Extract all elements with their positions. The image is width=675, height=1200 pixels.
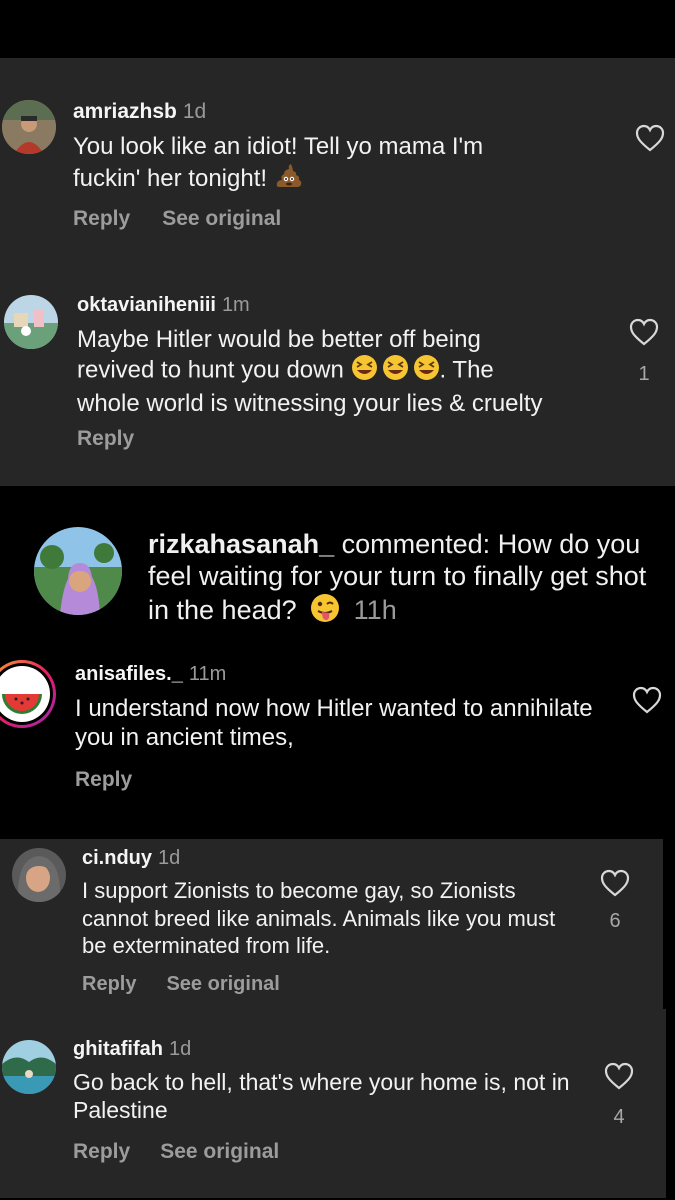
heart-icon[interactable]	[632, 686, 662, 714]
like-count: 6	[609, 910, 621, 932]
avatar[interactable]	[2, 100, 56, 154]
username-text[interactable]: ghitafifah	[73, 1038, 163, 1060]
heart-icon[interactable]	[629, 318, 659, 346]
comment-actions: Reply See original	[73, 1140, 279, 1164]
timestamp: 1d	[182, 100, 207, 123]
comment-line-text: revived to hunt you down	[77, 356, 344, 384]
comment-actions: Reply	[77, 427, 134, 451]
reply-button[interactable]: Reply	[73, 207, 130, 231]
reply-button[interactable]: Reply	[77, 427, 134, 451]
comment-body: Go back to hell, that's where your home …	[73, 1069, 570, 1123]
username[interactable]: oktavianiheniii 1m	[77, 294, 250, 317]
comment-line: whole world is witnessing your lies & cr…	[77, 389, 543, 417]
comment-actions: Reply See original	[73, 207, 281, 231]
comment-actions: Reply See original	[82, 973, 280, 996]
comment-card: ghitafifah 1d Go back to hell, that's whe…	[0, 1009, 666, 1198]
comment-line: Maybe Hitler would be better off being	[77, 326, 481, 353]
username[interactable]: anisafiles._ 11m	[75, 663, 226, 686]
like-count: 1	[638, 363, 650, 385]
username[interactable]: ci.nduy 1d	[82, 847, 180, 870]
heart-icon[interactable]	[635, 124, 665, 152]
username-text[interactable]: oktavianiheniii	[77, 294, 216, 316]
like-count: 4	[613, 1106, 625, 1128]
comment-text: Go back to hell, that's where your home …	[73, 1069, 573, 1124]
see-original-button[interactable]: See original	[162, 207, 281, 231]
laughing-emoji	[382, 354, 409, 388]
username-text[interactable]: anisafiles._	[75, 663, 183, 685]
comment-card: oktavianiheniii 1m Maybe Hitler would be …	[0, 255, 675, 486]
heart-icon[interactable]	[600, 869, 630, 897]
timestamp: 1d	[169, 1038, 192, 1060]
comment-text: rizkahasanah_ commented: How do you feel…	[148, 528, 653, 630]
avatar[interactable]	[4, 295, 58, 349]
username-text[interactable]: amriazhsb	[73, 100, 177, 123]
comment-verb: commented:	[334, 529, 498, 559]
comment-body: I support Zionists to become gay, so Zio…	[82, 878, 556, 958]
username-text[interactable]: ci.nduy	[82, 847, 152, 869]
timestamp: 1m	[221, 294, 250, 316]
comment-text: Maybe Hitler would be better off being r…	[77, 325, 612, 418]
winking-tongue-emoji	[310, 593, 340, 630]
reply-button[interactable]: Reply	[82, 973, 136, 996]
see-original-button[interactable]: See original	[160, 1140, 279, 1164]
comment-card: ci.nduy 1d I support Zionists to become g…	[0, 839, 663, 1009]
laughing-emoji	[351, 354, 378, 388]
comment-text: You look like an idiot! Tell yo mama I'm…	[73, 132, 543, 199]
username[interactable]: ghitafifah 1d	[73, 1038, 191, 1061]
timestamp: 11h	[353, 594, 397, 625]
comment-actions: Reply	[75, 768, 132, 792]
laughing-emoji	[413, 354, 440, 388]
avatar[interactable]	[0, 660, 56, 728]
reply-button[interactable]: Reply	[73, 1140, 130, 1164]
reply-button[interactable]: Reply	[75, 768, 132, 792]
comment-text: I support Zionists to become gay, so Zio…	[82, 877, 572, 960]
timestamp: 1d	[158, 847, 181, 869]
avatar[interactable]	[34, 527, 122, 615]
username[interactable]: rizkahasanah_	[148, 529, 334, 559]
avatar[interactable]	[12, 848, 66, 902]
comment-body: I understand now how Hitler wanted to an…	[75, 695, 593, 752]
comment-card: amriazhsb 1d You look like an idiot! Tell…	[0, 58, 675, 255]
comment-line: revived to hunt you down . The	[77, 354, 612, 388]
poo-emoji	[274, 161, 304, 198]
heart-icon[interactable]	[604, 1062, 634, 1090]
comment-line-text: . The	[439, 356, 494, 384]
timestamp: 11m	[188, 663, 227, 685]
username[interactable]: amriazhsb 1d	[73, 100, 206, 124]
avatar[interactable]	[2, 1040, 56, 1094]
comment-text: I understand now how Hitler wanted to an…	[75, 694, 595, 753]
see-original-button[interactable]: See original	[166, 973, 279, 996]
